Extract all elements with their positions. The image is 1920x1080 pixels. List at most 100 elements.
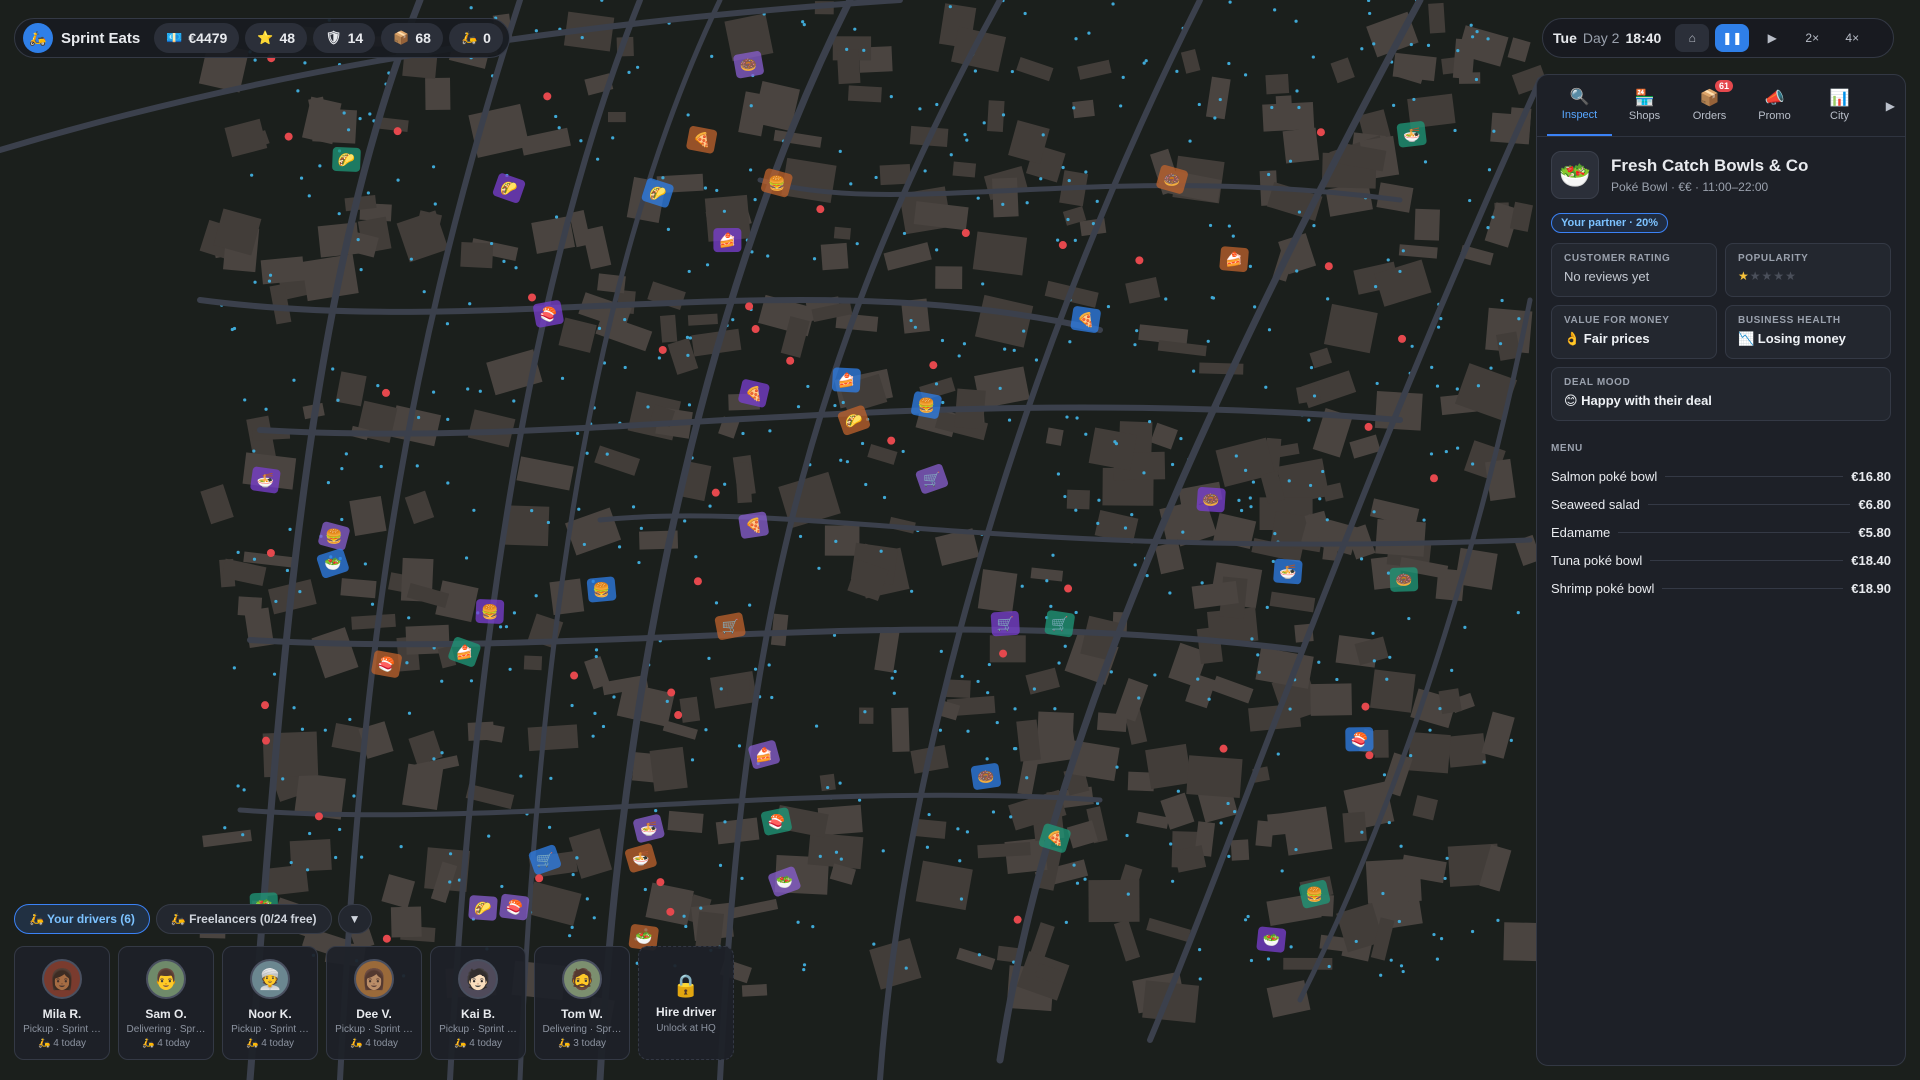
tab-city[interactable]: 📊 City	[1807, 75, 1872, 136]
scooter-icon[interactable]	[1364, 422, 1373, 431]
customer-dot	[334, 855, 338, 860]
customer-dot	[1074, 610, 1078, 615]
customer-dot	[985, 757, 989, 761]
menu-item: Tuna poké bowl €18.40	[1537, 546, 1905, 574]
customer-dot	[264, 407, 268, 411]
speed-4x-button[interactable]: 4×	[1835, 24, 1869, 52]
customer-dot	[901, 449, 905, 454]
customer-dot	[1053, 707, 1057, 711]
building	[987, 100, 1005, 132]
driver-card[interactable]: 🧑🏻 Kai B. Pickup · Sprint … 🛵 4 today	[430, 946, 526, 1060]
tab-your-drivers[interactable]: 🛵 Your drivers (6)	[14, 904, 150, 934]
scooter-icon[interactable]	[1324, 262, 1333, 271]
scooter-icon[interactable]	[1429, 474, 1438, 483]
customer-dot	[549, 776, 553, 780]
scooter-icon[interactable]	[543, 92, 552, 101]
scooter-icon[interactable]	[887, 436, 896, 445]
building	[935, 266, 963, 289]
scooter-icon[interactable]	[1398, 334, 1407, 343]
customer-dot	[910, 589, 914, 593]
scooter-icon[interactable]	[314, 812, 323, 821]
collapse-drivers-button[interactable]: ▼	[337, 904, 372, 934]
customer-dot	[872, 942, 876, 946]
customer-dot	[379, 464, 383, 469]
scooter-icon[interactable]	[535, 874, 544, 883]
scooter-icon[interactable]	[693, 577, 702, 586]
customer-dot	[1471, 462, 1475, 466]
scooter-icon[interactable]	[1058, 241, 1067, 250]
scooter-icon[interactable]	[999, 649, 1008, 658]
scooter-icon[interactable]	[1135, 256, 1144, 265]
scooter-icon[interactable]	[711, 488, 720, 497]
scooter-icon[interactable]	[570, 671, 579, 680]
customer-dot	[305, 868, 310, 872]
hire-driver-button[interactable]: 🔒 Hire driver Unlock at HQ	[638, 946, 734, 1060]
tabs-more-arrow-icon[interactable]: ▶	[1886, 99, 1895, 113]
scooter-icon[interactable]	[1013, 915, 1022, 924]
tab-freelancers[interactable]: 🛵 Freelancers (0/24 free)	[155, 904, 332, 934]
scooter-icon[interactable]	[666, 907, 675, 916]
customer-dot	[834, 850, 839, 854]
driver-card[interactable]: 👩🏾 Mila R. Pickup · Sprint … 🛵 4 today	[14, 946, 110, 1060]
tab-shops[interactable]: 🏪 Shops	[1612, 75, 1677, 136]
scooter-icon[interactable]	[284, 132, 293, 141]
card-value: 👌 Fair prices	[1564, 331, 1650, 346]
tab-promo[interactable]: 📣 Promo	[1742, 75, 1807, 136]
scooter-icon[interactable]	[751, 325, 760, 334]
customer-dot	[1487, 168, 1492, 172]
customer-dot	[935, 248, 939, 252]
customer-dot	[1309, 366, 1314, 370]
scooter-icon[interactable]	[266, 548, 275, 557]
customer-dot	[1142, 61, 1146, 65]
customer-dot	[359, 268, 363, 272]
scooter-icon[interactable]	[528, 293, 537, 302]
scooter-icon[interactable]	[786, 356, 795, 365]
driver-name: Sam O.	[145, 1007, 187, 1021]
drivers-value: 0	[483, 30, 491, 46]
speed-2x-button[interactable]: 2×	[1795, 24, 1829, 52]
menu-item: Shrimp poké bowl €18.90	[1537, 574, 1905, 602]
scooter-icon[interactable]	[1064, 584, 1073, 593]
scooter-icon[interactable]	[1219, 744, 1228, 753]
driver-card[interactable]: 👨 Sam O. Delivering · Spr… 🛵 4 today	[118, 946, 214, 1060]
popularity-card: Popularity ★★★★★	[1725, 243, 1891, 297]
customer-dot	[845, 47, 849, 52]
scooter-icon[interactable]	[381, 388, 390, 397]
scooter-icon[interactable]	[658, 345, 667, 354]
customer-dot	[358, 117, 362, 121]
scooter-icon[interactable]	[1365, 751, 1374, 760]
customer-dot	[1087, 31, 1091, 35]
scooter-icon[interactable]	[1361, 702, 1370, 711]
customer-dot	[965, 138, 969, 142]
scooter-icon[interactable]	[667, 688, 676, 697]
tab-orders[interactable]: 📦 61 Orders	[1677, 75, 1742, 136]
customer-dot	[1226, 801, 1230, 806]
play-button[interactable]: ▶	[1755, 24, 1789, 52]
driver-status: Pickup · Sprint …	[23, 1024, 101, 1035]
customer-dot	[1368, 11, 1372, 16]
star-icon: ★	[1761, 269, 1774, 283]
customer-dot	[292, 378, 296, 382]
building	[991, 177, 1019, 218]
driver-card[interactable]: 👳 Noor K. Pickup · Sprint … 🛵 4 today	[222, 946, 318, 1060]
scooter-icon[interactable]	[745, 302, 754, 311]
driver-card[interactable]: 👩🏽 Dee V. Pickup · Sprint … 🛵 4 today	[326, 946, 422, 1060]
scooter-icon[interactable]	[929, 361, 938, 370]
food-icon: 🍔	[918, 397, 935, 414]
scooter-icon[interactable]	[1316, 128, 1325, 137]
scooter-icon[interactable]	[656, 878, 665, 887]
pause-button[interactable]: ❚❚	[1715, 24, 1750, 52]
scooter-icon[interactable]	[816, 205, 825, 214]
tab-label: City	[1830, 110, 1849, 122]
home-icon[interactable]: ⌂	[1675, 24, 1710, 52]
driver-card[interactable]: 🧔 Tom W. Delivering · Spr… 🛵 3 today	[534, 946, 630, 1060]
scooter-icon[interactable]	[393, 127, 402, 136]
customer-dot	[1001, 202, 1005, 206]
scooter-icon[interactable]	[262, 736, 271, 745]
scooter-icon[interactable]	[261, 701, 270, 710]
scooter-icon[interactable]	[674, 711, 683, 720]
scooter-icon[interactable]	[382, 934, 391, 943]
customer-dot	[1250, 637, 1254, 641]
tab-inspect[interactable]: 🔍 Inspect	[1547, 75, 1612, 136]
scooter-icon[interactable]	[961, 229, 970, 238]
